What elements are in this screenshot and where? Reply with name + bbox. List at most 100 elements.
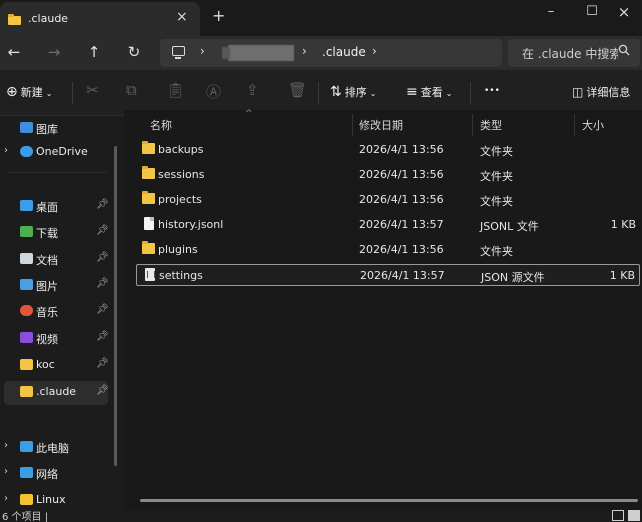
column-divider[interactable] (472, 114, 473, 136)
pin-icon: 📌︎ (96, 278, 109, 289)
close-window-button[interactable]: × (604, 2, 642, 26)
sidebar-item[interactable]: › 网络 (0, 462, 112, 486)
sidebar-item[interactable]: koc 📌︎ (0, 354, 112, 378)
refresh-button[interactable]: ↻ (124, 43, 144, 61)
table-row[interactable]: settings 2026/4/1 13:57 JSON 源文件 1 KB (136, 264, 640, 286)
item-count: 6 个项目 | (2, 512, 49, 522)
search-input[interactable]: 在 .claude 中搜索 (508, 39, 640, 67)
column-header-size[interactable]: 大小 (582, 117, 604, 133)
sidebar-item[interactable]: › 此电脑 (0, 436, 112, 460)
sidebar-item[interactable]: › OneDrive (0, 141, 112, 165)
up-button[interactable]: ↑ (84, 43, 104, 61)
sidebar-item[interactable]: 图库 (0, 117, 112, 141)
this-pc-icon (172, 46, 185, 59)
file-icon (144, 217, 154, 230)
new-label: 新建 (20, 86, 43, 99)
column-divider[interactable] (352, 114, 353, 136)
delete-icon[interactable]: 🗑︎ (288, 81, 307, 99)
file-modified: 2026/4/1 13:56 (359, 143, 444, 156)
sidebar-item[interactable]: 文档 📌︎ (0, 248, 112, 272)
sidebar-item[interactable]: 音乐 📌︎ (0, 300, 112, 324)
sidebar-scrollbar[interactable] (114, 146, 117, 466)
sidebar-item[interactable]: 视频 📌︎ (0, 327, 112, 351)
file-modified: 2026/4/1 13:56 (359, 193, 444, 206)
address-bar[interactable]: › › .claude › (160, 39, 502, 67)
breadcrumb-current[interactable]: .claude (322, 45, 366, 59)
file-type: JSONL 文件 (480, 220, 539, 233)
back-button[interactable]: ← (4, 43, 24, 61)
expand-chevron-icon[interactable]: › (4, 145, 8, 156)
file-list: ^ 名称 修改日期 类型 大小 backups 2026/4/1 13:56 文件夹… (124, 109, 642, 510)
sidebar-item-label: 此电脑 (36, 442, 69, 455)
details-button[interactable]: ◫ 详细信息 (572, 84, 630, 100)
sidebar-item[interactable]: 图片 📌︎ (0, 274, 112, 298)
divider (72, 82, 73, 104)
rename-icon[interactable]: Ⓐ (206, 81, 221, 102)
paste-icon[interactable]: 📋︎ (166, 81, 185, 99)
table-row[interactable]: sessions 2026/4/1 13:56 文件夹 (136, 164, 640, 186)
redacted-path-segment (222, 45, 294, 61)
view-button[interactable]: ≡ 查看 ⌄ (406, 84, 452, 100)
table-row[interactable]: plugins 2026/4/1 13:56 文件夹 (136, 239, 640, 261)
sidebar-item-label: 视频 (36, 333, 58, 346)
close-tab-icon[interactable]: × (176, 9, 188, 25)
pin-icon: 📌︎ (96, 385, 109, 396)
file-size: 1 KB (609, 269, 635, 282)
sort-button[interactable]: ⇅ 排序 ⌄ (330, 84, 376, 100)
sidebar-item-label: 网络 (36, 468, 58, 481)
chevron-down-icon: ⌄ (45, 89, 53, 98)
more-options-button[interactable]: ••• (484, 86, 500, 96)
details-view-icon[interactable] (612, 510, 624, 521)
column-divider[interactable] (574, 114, 575, 136)
column-header-modified[interactable]: 修改日期 (359, 117, 403, 133)
pin-icon: 📌︎ (96, 331, 109, 342)
sidebar-item-label: .claude (36, 385, 77, 398)
expand-chevron-icon[interactable]: › (4, 466, 8, 477)
network-icon (20, 467, 33, 478)
sidebar-item-label: 桌面 (36, 201, 58, 214)
folder-icon (142, 191, 155, 204)
column-header-type[interactable]: 类型 (480, 117, 502, 133)
json-file-icon (145, 268, 155, 281)
divider (318, 82, 319, 104)
copy-icon[interactable]: ⧉ (126, 81, 137, 99)
table-row[interactable]: projects 2026/4/1 13:56 文件夹 (136, 189, 640, 211)
table-row[interactable]: history.jsonl 2026/4/1 13:57 JSONL 文件 1 KB (136, 214, 640, 236)
divider (8, 172, 108, 173)
divider (470, 82, 471, 104)
music-icon (20, 305, 33, 316)
sidebar-item-label: 图库 (36, 123, 58, 136)
file-name: sessions (158, 168, 205, 181)
file-name: settings (159, 269, 203, 282)
file-modified: 2026/4/1 13:56 (359, 168, 444, 181)
cut-icon[interactable]: ✂ (86, 81, 99, 99)
sidebar-item[interactable]: 桌面 📌︎ (0, 195, 112, 219)
share-icon[interactable]: ⇪ (246, 81, 259, 99)
new-button[interactable]: ⊕ 新建 ⌄ (6, 84, 52, 100)
folder-icon (20, 359, 33, 370)
expand-chevron-icon[interactable]: › (4, 493, 8, 504)
expand-chevron-icon[interactable]: › (4, 440, 8, 451)
breadcrumb-chevron[interactable]: › (372, 44, 377, 58)
sidebar-item[interactable]: .claude 📌︎ (4, 381, 109, 405)
tab-claude[interactable]: .claude × (0, 2, 200, 36)
column-header-name[interactable]: 名称 (150, 117, 172, 133)
view-label: 查看 (420, 86, 443, 99)
horizontal-scrollbar[interactable] (140, 499, 638, 502)
view-icon: ≡ (406, 84, 418, 100)
file-modified: 2026/4/1 13:56 (359, 243, 444, 256)
sidebar-item-label: Linux (36, 493, 66, 506)
table-row[interactable]: backups 2026/4/1 13:56 文件夹 (136, 139, 640, 161)
search-icon (618, 44, 630, 56)
pin-icon: 📌︎ (96, 225, 109, 236)
breadcrumb-chevron[interactable]: › (302, 44, 307, 58)
sidebar-item[interactable]: 下载 📌︎ (0, 221, 112, 245)
tiles-view-icon[interactable] (628, 510, 640, 521)
file-name: plugins (158, 243, 198, 256)
forward-button[interactable]: → (44, 43, 64, 61)
new-tab-button[interactable]: + (212, 6, 225, 25)
plus-circle-icon: ⊕ (6, 84, 18, 100)
minimize-button[interactable]: – (531, 2, 571, 26)
gallery-icon (20, 122, 33, 133)
breadcrumb-chevron[interactable]: › (200, 44, 205, 58)
